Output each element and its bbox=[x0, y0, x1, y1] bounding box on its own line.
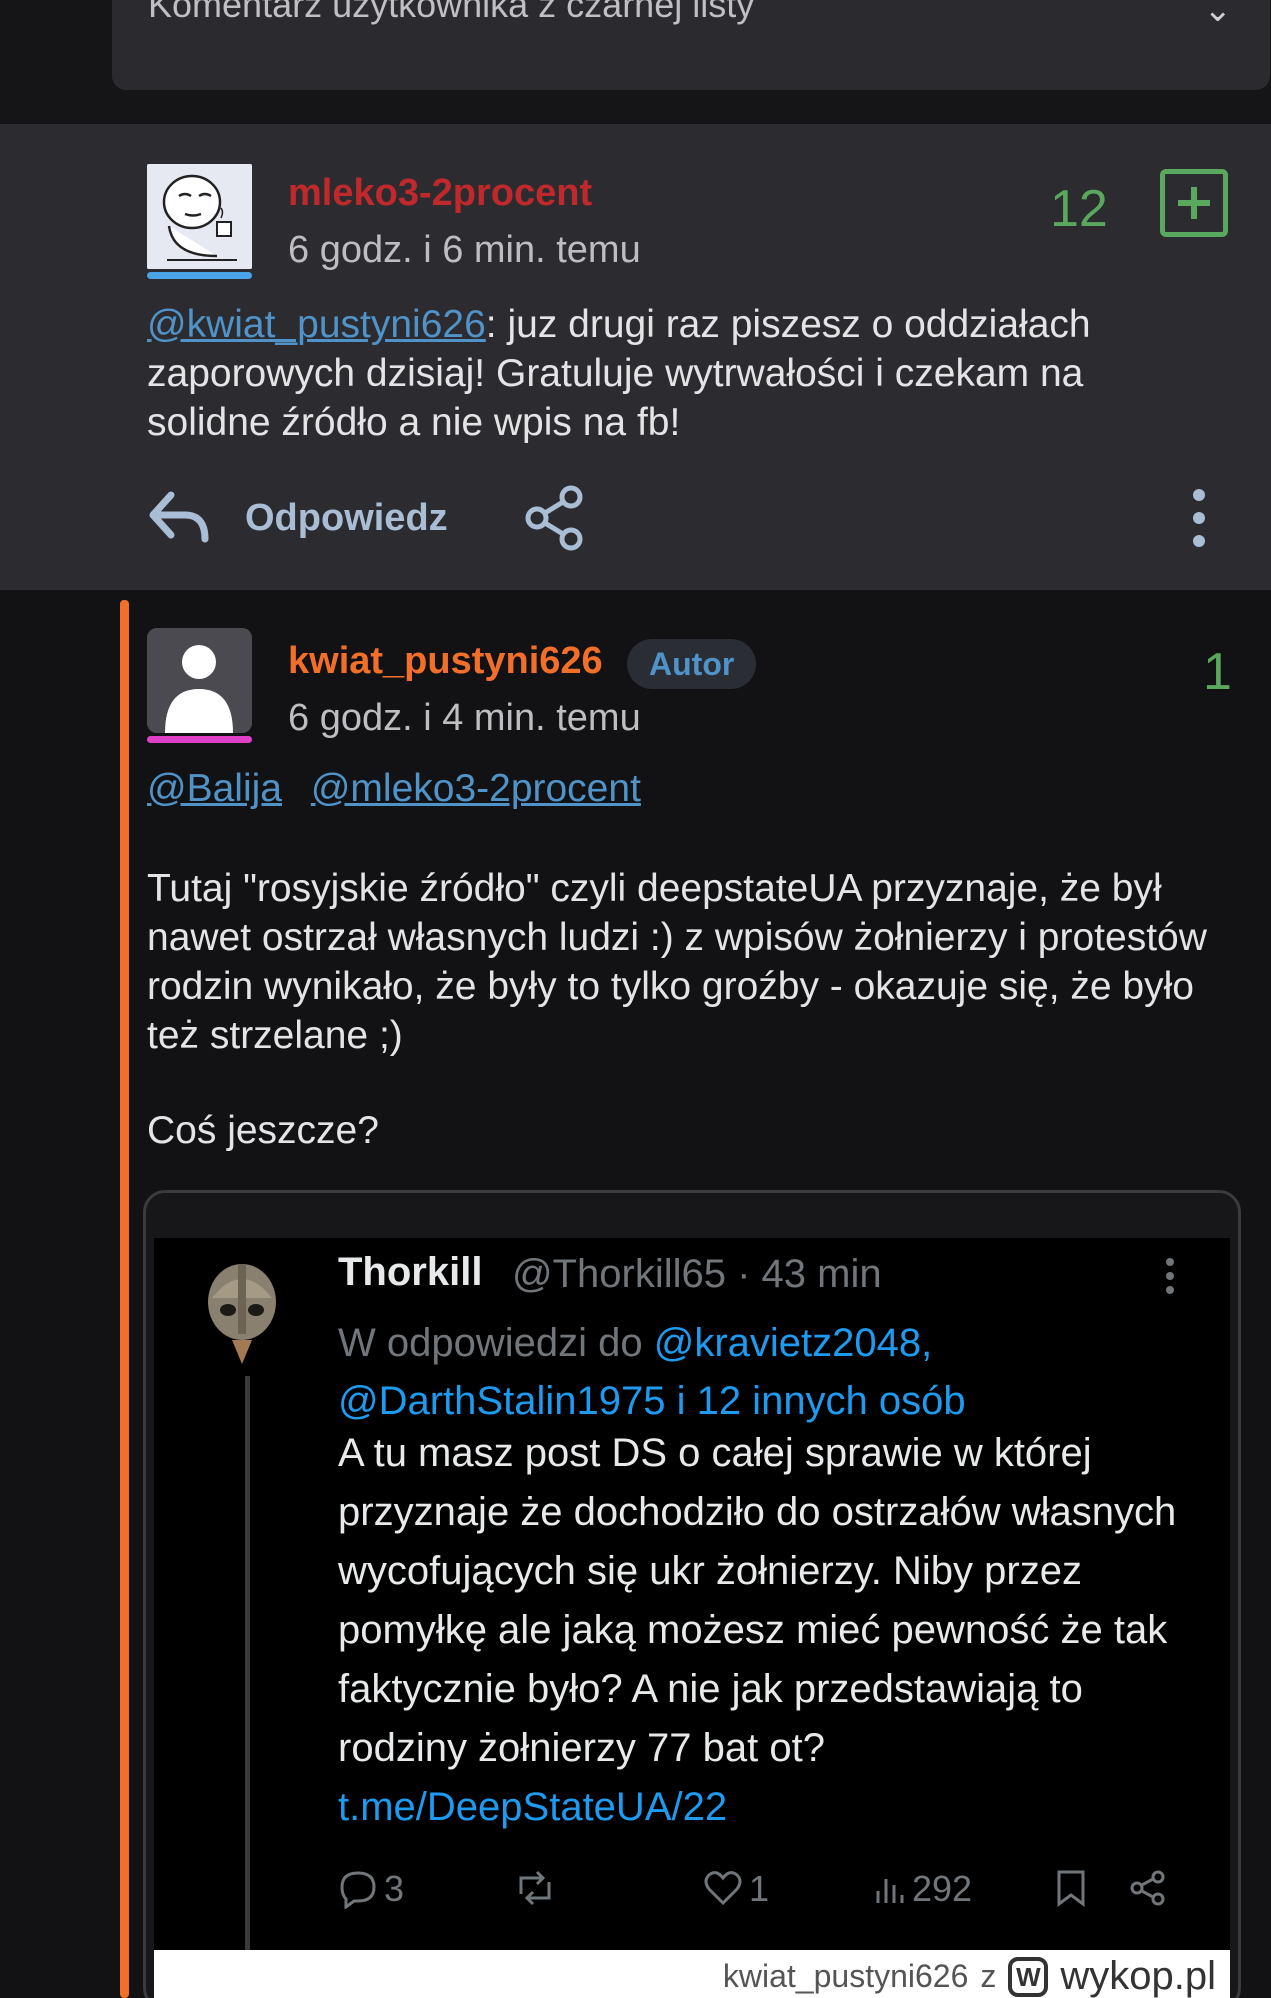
share-icon[interactable] bbox=[523, 485, 587, 551]
tweet-author-name: Thorkill bbox=[338, 1250, 483, 1294]
avatar-status-bar bbox=[147, 736, 252, 743]
reply-count: 3 bbox=[384, 1868, 405, 1909]
tweet-share bbox=[1128, 1868, 1168, 1908]
tweet-replies: 3 bbox=[338, 1868, 404, 1910]
comment-paragraph: Coś jeszcze? bbox=[147, 1109, 379, 1152]
more-options-icon[interactable] bbox=[1187, 487, 1211, 549]
user-mention-link[interactable]: @Balija bbox=[147, 767, 282, 810]
comment-timestamp: 6 godz. i 4 min. temu bbox=[288, 697, 641, 739]
tweet-more-icon bbox=[1166, 1258, 1174, 1294]
vote-count: 12 bbox=[1050, 180, 1108, 238]
avatar[interactable] bbox=[147, 164, 252, 269]
user-mention-link[interactable]: @kwiat_pustyni626 bbox=[147, 303, 486, 346]
comment-author[interactable]: mleko3-2procent bbox=[288, 172, 592, 215]
watermark-bar: kwiat_pustyni626 z W wykop.pl bbox=[154, 1950, 1230, 1998]
share-icon bbox=[1130, 1870, 1165, 1906]
user-mention-link[interactable]: @mleko3-2procent bbox=[311, 767, 641, 810]
mentions-row: @Balija @mleko3-2procent bbox=[147, 767, 659, 811]
comment-bubble-icon bbox=[340, 1871, 376, 1909]
tweet-thread-line bbox=[245, 1376, 250, 1950]
tweet-likes: 1 bbox=[703, 1868, 769, 1910]
tweet-link: t.me/DeepStateUA/22 bbox=[338, 1785, 728, 1829]
tweet-handle-time: @Thorkill65 · 43 min bbox=[512, 1252, 882, 1296]
reply-prefix: W odpowiedzi do bbox=[338, 1321, 654, 1365]
watermark: kwiat_pustyni626 z W wykop.pl bbox=[723, 1954, 1216, 1998]
tweet-actions: 3 1 292 bbox=[338, 1868, 1218, 1918]
comment-paragraph: Tutaj "rosyjskie źródło" czyli deepstate… bbox=[147, 867, 1207, 1057]
heart-icon bbox=[704, 1871, 742, 1906]
chevron-down-icon[interactable]: ⌄ bbox=[1204, 0, 1233, 30]
watermark-user: kwiat_pustyni626 bbox=[722, 1958, 969, 1994]
comment-body: Tutaj "rosyjskie źródło" czyli deepstate… bbox=[147, 864, 1207, 1060]
watermark-site: wykop.pl bbox=[1060, 1954, 1216, 1998]
tweet-retweets bbox=[513, 1868, 557, 1908]
helmet-avatar-icon bbox=[208, 1264, 276, 1364]
blacklisted-comment-box[interactable]: Komentarz użytkownika z czarnej listy ⌄ bbox=[112, 0, 1270, 90]
bookmark-icon bbox=[1057, 1870, 1085, 1907]
comment-body: @kwiat_pustyni626: juz drugi raz piszesz… bbox=[147, 300, 1167, 447]
wykop-logo-icon: W bbox=[1008, 1956, 1049, 1997]
avatar-default[interactable] bbox=[147, 628, 252, 733]
avatar-status-bar bbox=[147, 272, 252, 279]
views-chart-icon bbox=[876, 1879, 904, 1903]
watermark-z: z bbox=[980, 1958, 997, 1994]
author-badge: Autor bbox=[627, 639, 757, 689]
upvote-button[interactable] bbox=[1160, 169, 1228, 237]
comment-actions: Odpowiedz bbox=[147, 479, 1227, 559]
tweet-reply-to: W odpowiedzi do @kravietz2048, @DarthSta… bbox=[338, 1314, 1198, 1430]
comment-author[interactable]: kwiat_pustyni626 bbox=[288, 640, 603, 683]
like-count: 1 bbox=[749, 1868, 770, 1909]
retweet-icon bbox=[519, 1870, 551, 1906]
embedded-tweet-screenshot[interactable]: Thorkill @Thorkill65 · 43 min W odpowied… bbox=[154, 1238, 1230, 1950]
tweet-body: A tu masz post DS o całej sprawie w któr… bbox=[338, 1431, 1177, 1770]
vote-count: 1 bbox=[1203, 643, 1232, 701]
tweet-text: A tu masz post DS o całej sprawie w któr… bbox=[338, 1424, 1218, 1837]
tweet-views: 292 bbox=[874, 1868, 972, 1910]
reply-button[interactable]: Odpowiedz bbox=[245, 497, 448, 540]
tweet-bookmark bbox=[1053, 1868, 1089, 1908]
comment-mleko: mleko3-2procent 6 godz. i 6 min. temu 12… bbox=[0, 124, 1271, 590]
top-strip: Komentarz użytkownika z czarnej listy ⌄ bbox=[0, 0, 1271, 124]
comment-timestamp: 6 godz. i 6 min. temu bbox=[288, 229, 641, 271]
blacklisted-comment-text: Komentarz użytkownika z czarnej listy bbox=[148, 0, 755, 25]
view-count: 292 bbox=[912, 1868, 973, 1909]
reply-thread-line bbox=[120, 600, 129, 1998]
reply-icon[interactable] bbox=[147, 487, 211, 547]
